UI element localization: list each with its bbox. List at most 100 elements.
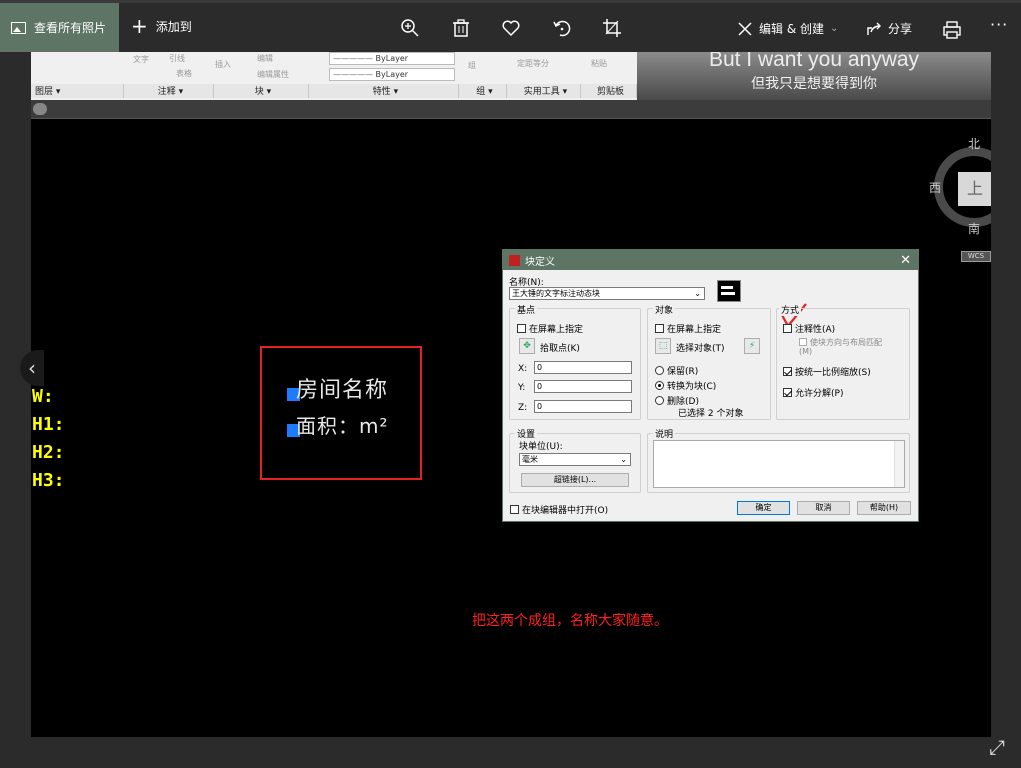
top-toolbar: 查看所有照片 + 添加到 编辑 & 创建 ⌄ 分享 ··· [0, 0, 1021, 52]
ribbon-group-clipboard[interactable]: 剪贴板 [581, 84, 637, 98]
block-name-combo[interactable]: 王大锤的文字标注动态块 ⌄ [509, 287, 705, 300]
scrollbar[interactable] [894, 441, 904, 487]
ribbon-leader-tool: 引线 [169, 54, 185, 63]
block-definition-dialog: 块定义 ✕ 名称(N): 王大锤的文字标注动态块 ⌄ 基点 在屏幕上指定 ✥ 拾… [502, 249, 919, 522]
ribbon-group-properties[interactable]: 特性 ▾ [309, 84, 459, 98]
uniform-scale-checkbox[interactable]: 按统一比例缩放(S) [783, 365, 871, 378]
x-input[interactable]: 0 [534, 361, 632, 374]
edit-create-button[interactable]: 编辑 & 创建 ⌄ [737, 20, 838, 37]
base-on-screen-label: 在屏幕上指定 [529, 325, 584, 335]
block-unit-select[interactable]: 毫米 ⌄ [519, 453, 631, 466]
compass-west: 西 [929, 181, 942, 195]
quick-select-icon[interactable]: ⚡ [744, 338, 760, 354]
drawing-tab-icon[interactable] [33, 103, 47, 115]
lineweight-value: ByLayer [375, 70, 409, 79]
autocad-ribbon: 文字 引线 表格 插入 编辑 编辑属性 组 定距等分 粘贴 ————— ByLa… [31, 52, 991, 100]
lineweight-select[interactable]: ————— ByLayer [329, 68, 455, 81]
select-objects-icon[interactable]: ⬚ [655, 338, 671, 354]
ribbon-text-tool: 文字 [133, 55, 149, 64]
block-preview-thumbnail [717, 280, 741, 302]
behavior-legend: 方式 [779, 303, 802, 316]
fullscreen-icon[interactable]: ⤢ [989, 735, 1005, 759]
heart-icon[interactable] [500, 17, 522, 39]
match-orientation-checkbox: 使块方向与布局匹配(M) [799, 338, 889, 356]
delete-icon[interactable] [450, 17, 472, 39]
h2-label: H2: [32, 442, 65, 463]
convert-radio[interactable]: 转换为块(C) [655, 379, 716, 392]
annotative-checkbox[interactable]: 注释性(A) [783, 322, 835, 335]
room-area-text: 面积：m² [296, 414, 389, 438]
objects-legend: 对象 [653, 303, 676, 316]
edit-create-icon [738, 21, 752, 36]
radio[interactable] [655, 396, 664, 405]
y-input[interactable]: 0 [534, 380, 632, 393]
ribbon-insert-tool: 插入 [215, 60, 231, 69]
help-button[interactable]: 帮助(H) [857, 501, 911, 515]
block-unit-value: 毫米 [522, 455, 538, 464]
dialog-title: 块定义 [525, 256, 555, 268]
autocad-icon [509, 254, 520, 266]
allow-explode-checkbox[interactable]: 允许分解(P) [783, 386, 843, 399]
z-label: Z: [518, 403, 528, 413]
room-name-text: 房间名称 [296, 378, 389, 403]
h3-label: H3: [32, 470, 65, 491]
ribbon-group-layers[interactable]: 图层 ▾ [31, 84, 124, 98]
z-input[interactable]: 0 [534, 400, 632, 413]
ribbon-table-tool: 表格 [176, 69, 192, 78]
width-label: W: [32, 386, 54, 407]
previous-photo-button[interactable]: ‹ [20, 350, 44, 386]
crop-icon[interactable] [601, 17, 623, 39]
checkbox-checked[interactable] [783, 388, 792, 397]
wcs-menu[interactable]: WCS [961, 251, 991, 262]
zoom-in-icon[interactable] [399, 17, 421, 39]
annotative-label: 注释性(A) [795, 325, 836, 335]
radio[interactable] [655, 366, 664, 375]
match-orientation-label: 使块方向与布局匹配(M) [799, 338, 882, 356]
viewcube[interactable]: 上 北 西 南 [928, 135, 991, 245]
ribbon-group-block[interactable]: 块 ▾ [214, 84, 309, 98]
print-icon[interactable] [941, 19, 963, 41]
instruction-note: 把这两个成组，名称大家随意。 [472, 613, 668, 629]
drawing-tab-bar [31, 100, 991, 119]
checkbox[interactable] [783, 324, 792, 333]
compass-south: 南 [968, 222, 981, 236]
add-to-button[interactable]: + 添加到 [131, 16, 192, 36]
pick-point-icon[interactable]: ✥ [519, 338, 535, 354]
ribbon-group-tool: 组 [468, 61, 476, 70]
rotate-icon[interactable] [551, 17, 573, 39]
ribbon-measure-tool: 定距等分 [517, 59, 549, 68]
allow-explode-label: 允许分解(P) [795, 389, 844, 399]
photos-app: 查看所有照片 + 添加到 编辑 & 创建 ⌄ 分享 ··· 文字 引线 表格 插… [0, 0, 1021, 768]
see-all-photos-button[interactable]: 查看所有照片 [0, 3, 119, 52]
ribbon-group-utilities[interactable]: 实用工具 ▾ [507, 84, 581, 98]
retain-label: 保留(R) [667, 367, 699, 377]
open-in-block-editor-checkbox[interactable]: 在块编辑器中打开(O) [510, 503, 608, 516]
hyperlink-button[interactable]: 超链接(L)... [521, 473, 629, 487]
more-button[interactable]: ··· [990, 15, 1008, 34]
checkbox[interactable] [655, 324, 664, 333]
block-unit-label: 块单位(U): [519, 442, 563, 452]
base-on-screen-checkbox[interactable]: 在屏幕上指定 [517, 322, 583, 335]
linetype-value: ByLayer [375, 54, 409, 63]
block-name-value: 王大锤的文字标注动态块 [512, 289, 600, 298]
ribbon-edit-attr-tool: 编辑属性 [257, 70, 289, 79]
objects-on-screen-checkbox[interactable]: 在屏幕上指定 [655, 322, 721, 335]
close-icon[interactable]: ✕ [900, 253, 911, 268]
objects-on-screen-label: 在屏幕上指定 [667, 325, 722, 335]
ribbon-group-annotation[interactable]: 注释 ▾ [124, 84, 214, 98]
add-to-label: 添加到 [155, 19, 192, 34]
convert-label: 转换为块(C) [667, 382, 717, 392]
ribbon-group-groups[interactable]: 组 ▾ [459, 84, 507, 98]
radio-selected[interactable] [655, 381, 664, 390]
checkbox-checked[interactable] [783, 367, 792, 376]
share-button[interactable]: 分享 [866, 20, 912, 37]
retain-radio[interactable]: 保留(R) [655, 364, 698, 377]
ok-button[interactable]: 确定 [737, 501, 790, 515]
checkbox[interactable] [510, 505, 519, 514]
checkbox[interactable] [517, 324, 526, 333]
description-textarea[interactable] [653, 440, 905, 488]
uniform-scale-label: 按统一比例缩放(S) [795, 368, 871, 378]
viewcube-top-face[interactable]: 上 [958, 172, 991, 206]
linetype-select[interactable]: ————— ByLayer [329, 52, 455, 65]
cancel-button[interactable]: 取消 [797, 501, 850, 515]
